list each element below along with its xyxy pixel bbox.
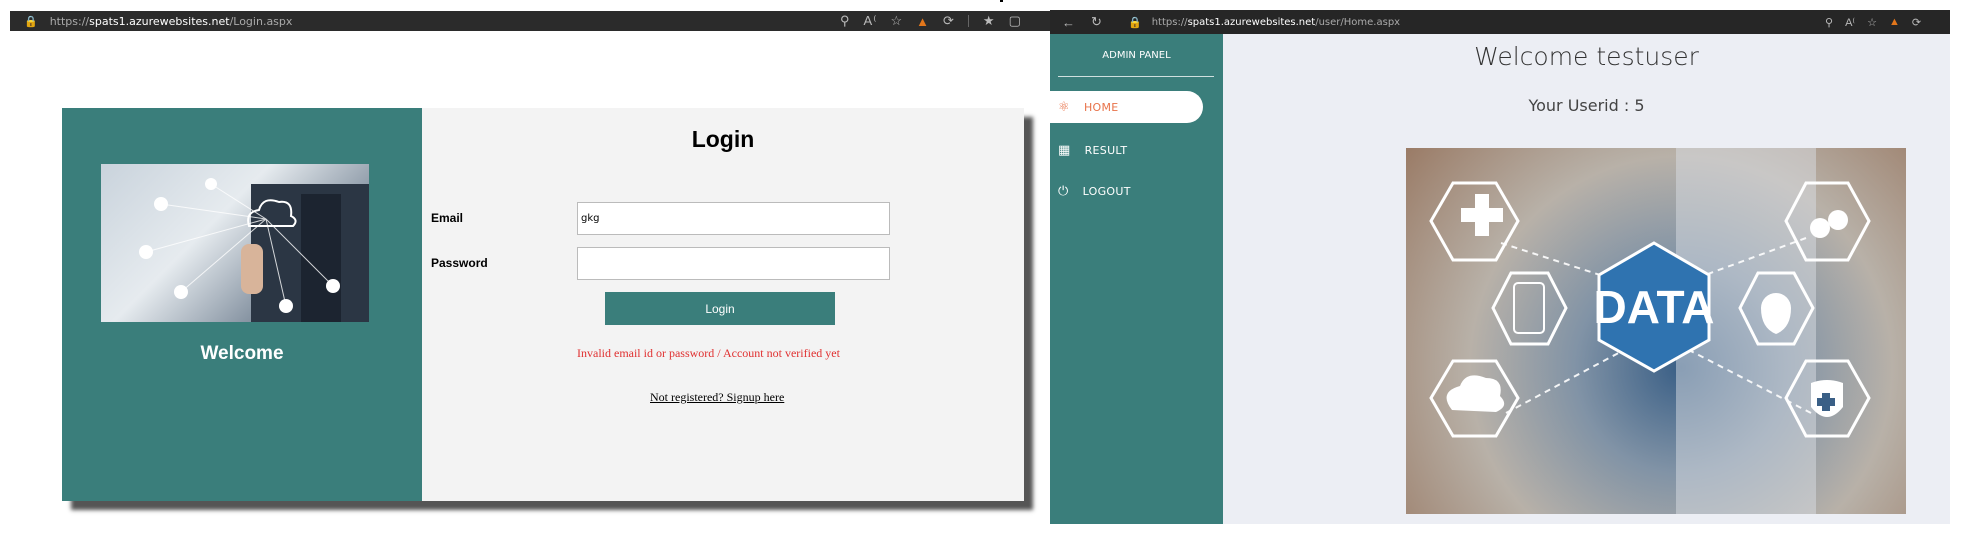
login-left-panel: Welcome	[62, 108, 422, 501]
login-button[interactable]: Login	[605, 292, 835, 325]
address-bar[interactable]: 🔒 https://spats1.azurewebsites.net/user/…	[1128, 10, 1400, 34]
admin-main: Welcome testuser Your Userid : 5 DATA	[1223, 34, 1950, 524]
url-host: spats1.azurewebsites.net	[89, 14, 230, 28]
read-aloud-icon[interactable]: A ⁽	[864, 13, 877, 29]
read-aloud-icon[interactable]: A⁽	[1845, 16, 1855, 29]
toolbar-divider	[967, 15, 969, 27]
metamask-icon[interactable]: ▲	[1889, 16, 1900, 28]
favorites-icon[interactable]: ★	[983, 13, 995, 29]
url-path: /Login.aspx	[229, 14, 293, 28]
lock-icon: 🔒	[1128, 15, 1142, 29]
key-icon[interactable]: ⚲	[840, 13, 850, 29]
url-path: /user/Home.aspx	[1315, 16, 1401, 28]
atom-icon: ⚛	[1058, 99, 1070, 115]
sidebar-item-home[interactable]: ⚛ HOME	[1050, 91, 1203, 123]
power-icon: ⏻	[1058, 183, 1069, 199]
admin-sidebar: ADMIN PANEL ⚛ HOME ▦ RESULT ⏻ LOGOUT	[1050, 34, 1223, 524]
sidebar-item-logout[interactable]: ⏻ LOGOUT	[1058, 179, 1131, 203]
extension-icon[interactable]: ⟳	[943, 13, 954, 29]
sidebar-divider	[1058, 76, 1214, 77]
error-message: Invalid email id or password / Account n…	[577, 346, 840, 360]
metamask-icon[interactable]: ▲	[916, 14, 929, 29]
sidebar-item-label: HOME	[1083, 100, 1119, 114]
data-hero-image: DATA	[1406, 148, 1906, 514]
cursor-mark	[1000, 0, 1003, 2]
url-proto: https://	[1151, 16, 1188, 28]
favorite-add-icon[interactable]: ☆	[890, 13, 902, 29]
refresh-icon[interactable]: ↻	[1091, 14, 1102, 30]
login-title: Login	[691, 126, 755, 152]
admin-panel-title: ADMIN PANEL	[1102, 50, 1171, 61]
address-bar[interactable]: 🔒 https://spats1.azurewebsites.net/Login…	[24, 11, 292, 31]
hero-data-text: DATA	[1594, 281, 1715, 333]
welcome-heading: Welcome testuser	[1474, 42, 1699, 71]
email-field[interactable]: gkg	[577, 202, 890, 235]
password-field[interactable]	[577, 247, 890, 280]
right-browser-toolbar: ← ↻ 🔒 https://spats1.azurewebsites.net/u…	[1050, 10, 1950, 34]
signup-link[interactable]: Not registered? Signup here	[650, 390, 784, 405]
login-card: Welcome Login Email gkg Password Login I…	[62, 108, 1024, 501]
favorite-add-icon[interactable]: ☆	[1867, 16, 1877, 29]
url-host: spats1.azurewebsites.net	[1187, 16, 1316, 28]
welcome-heading: Welcome	[200, 343, 284, 364]
left-browser-toolbar: 🔒 https://spats1.azurewebsites.net/Login…	[10, 11, 1050, 31]
collections-icon[interactable]: ▢	[1009, 13, 1021, 29]
sidebar-item-label: LOGOUT	[1082, 184, 1131, 198]
userid-text: Your Userid : 5	[1528, 96, 1645, 115]
lock-icon: 🔒	[24, 14, 38, 28]
map-icon: ▦	[1058, 142, 1071, 158]
sidebar-item-label: RESULT	[1084, 143, 1128, 157]
email-label: Email	[431, 211, 464, 225]
cloud-touch-image	[101, 164, 369, 322]
password-label: Password	[431, 256, 488, 270]
extension-icon[interactable]: ⟳	[1912, 16, 1921, 29]
back-icon[interactable]: ←	[1062, 15, 1075, 30]
key-icon[interactable]: ⚲	[1825, 16, 1833, 29]
sidebar-item-result[interactable]: ▦ RESULT	[1058, 138, 1127, 162]
url-proto: https://	[49, 14, 90, 28]
